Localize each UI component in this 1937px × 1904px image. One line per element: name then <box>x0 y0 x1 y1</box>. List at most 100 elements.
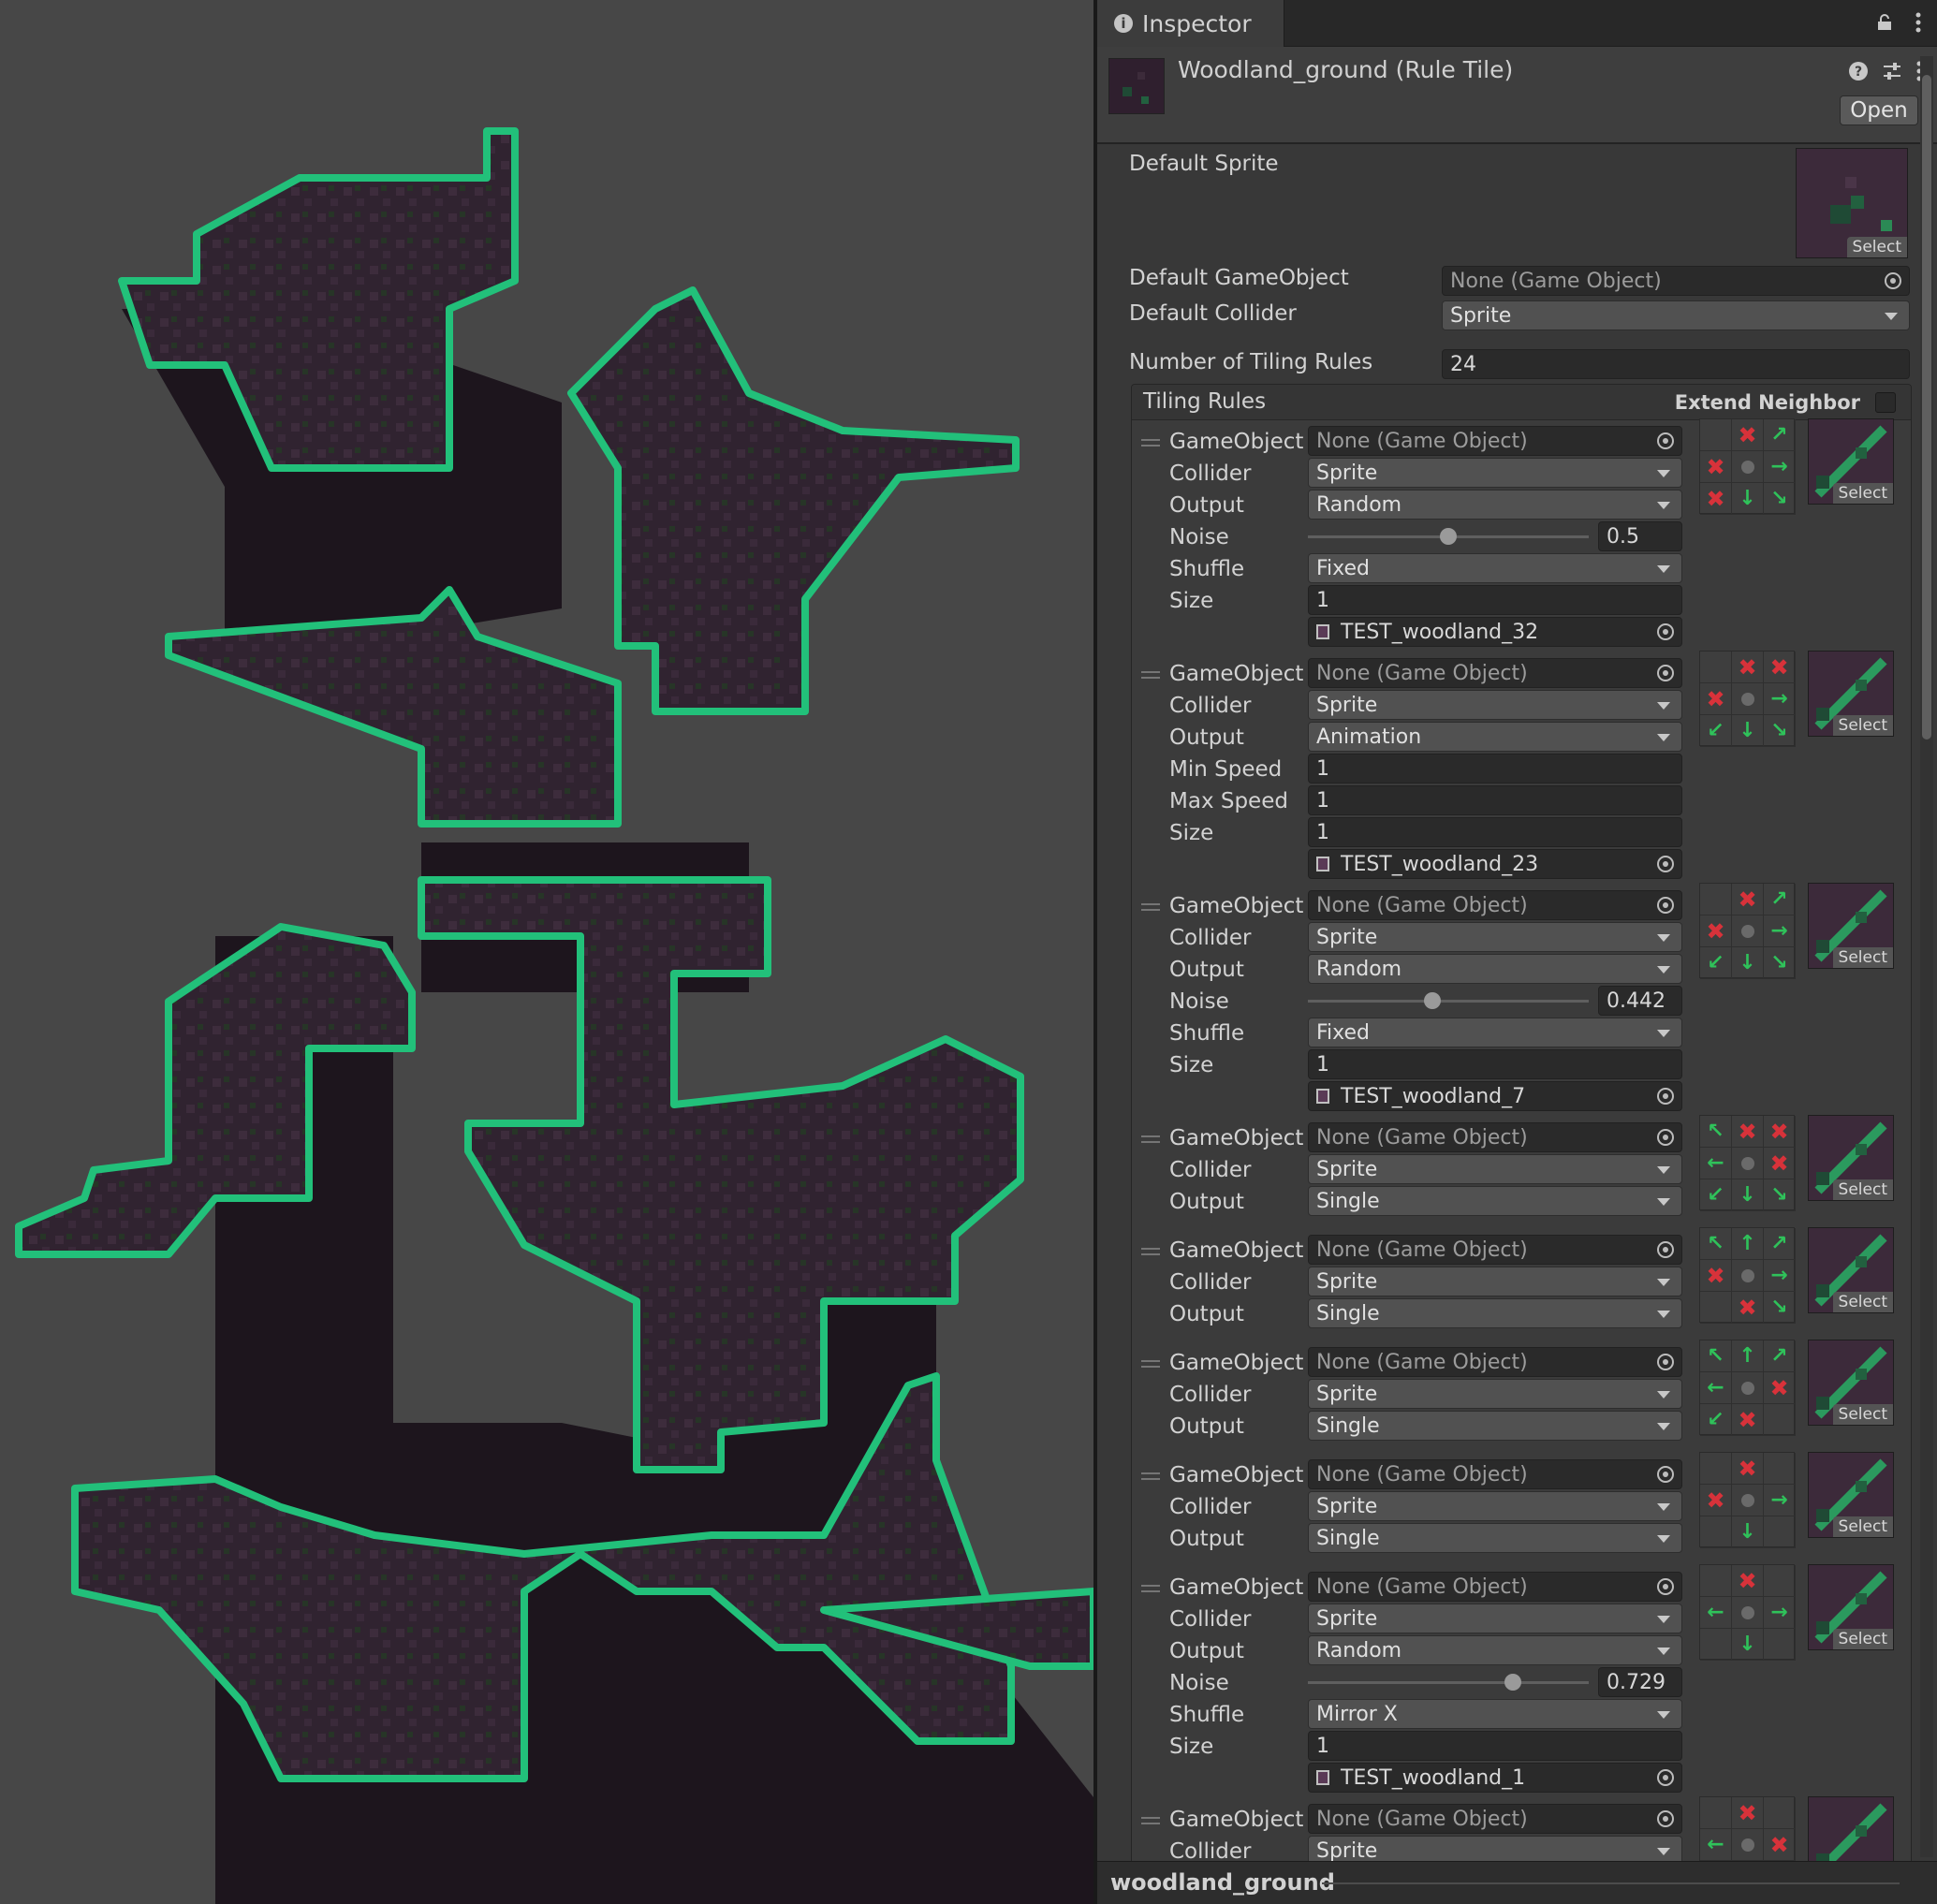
neighbor-cell[interactable] <box>1764 1516 1796 1548</box>
noise-value-field[interactable]: 0.5 <box>1598 521 1682 551</box>
neighbor-cell[interactable] <box>1700 884 1732 915</box>
size-field[interactable]: 1 <box>1308 817 1682 847</box>
neighbor-cell[interactable] <box>1764 1629 1796 1661</box>
neighbor-cell[interactable]: ✖ <box>1764 1148 1796 1179</box>
size-field[interactable]: 1 <box>1308 1049 1682 1079</box>
neighbor-cell[interactable] <box>1732 1148 1764 1179</box>
drag-handle-icon[interactable] <box>1141 903 1160 911</box>
neighbor-cell[interactable]: ✖ <box>1764 1116 1796 1148</box>
neighbor-cell[interactable] <box>1732 1485 1764 1516</box>
drag-handle-icon[interactable] <box>1141 1248 1160 1255</box>
neighbor-rule-grid[interactable]: ↖ ↑ ↗ ✖ → ✖ ↘ <box>1699 1227 1796 1324</box>
neighbor-cell[interactable]: ← <box>1700 1372 1732 1404</box>
neighbor-cell[interactable]: → <box>1764 915 1796 947</box>
neighbor-rule-grid[interactable]: ✖ ← → ↓ <box>1699 1564 1796 1661</box>
extend-neighbor-checkbox[interactable] <box>1875 392 1896 413</box>
neighbor-cell[interactable] <box>1732 1260 1764 1292</box>
object-picker-icon[interactable] <box>1657 856 1674 872</box>
neighbor-cell[interactable]: ↘ <box>1764 1179 1796 1211</box>
size-field[interactable]: 1 <box>1308 585 1682 615</box>
sprite-field[interactable]: TEST_woodland_7 <box>1308 1081 1682 1111</box>
object-picker-icon[interactable] <box>1657 1129 1674 1146</box>
neighbor-cell[interactable]: → <box>1764 451 1796 483</box>
neighbor-rule-grid[interactable]: ↖ ↑ ↗ ← ✖ ↙ ✖ <box>1699 1340 1796 1436</box>
neighbor-cell[interactable]: ↓ <box>1732 947 1764 979</box>
default-sprite-select-button[interactable]: Select <box>1846 237 1907 257</box>
neighbor-cell[interactable] <box>1764 1797 1796 1829</box>
neighbor-cell[interactable]: ↗ <box>1764 884 1796 915</box>
gameobject-field[interactable]: None (Game Object) <box>1308 1122 1682 1152</box>
neighbor-cell[interactable]: ↓ <box>1732 715 1764 747</box>
rule-sprite-select-button[interactable]: Select <box>1832 1516 1893 1537</box>
object-picker-icon[interactable] <box>1657 432 1674 449</box>
object-picker-icon[interactable] <box>1657 1810 1674 1827</box>
tab-inspector[interactable]: i Inspector <box>1097 0 1284 47</box>
neighbor-cell[interactable] <box>1700 1292 1732 1324</box>
object-picker-icon[interactable] <box>1657 665 1674 681</box>
neighbor-cell[interactable]: ↖ <box>1700 1340 1732 1372</box>
output-dropdown[interactable]: Random <box>1308 954 1682 984</box>
object-picker-icon[interactable] <box>1657 1578 1674 1595</box>
neighbor-cell[interactable]: ↖ <box>1700 1116 1732 1148</box>
gameobject-field[interactable]: None (Game Object) <box>1308 1459 1682 1489</box>
neighbor-cell[interactable] <box>1700 1565 1732 1597</box>
rule-sprite-select-button[interactable]: Select <box>1832 715 1893 736</box>
shuffle-dropdown[interactable]: Fixed <box>1308 553 1682 583</box>
help-icon[interactable]: ? <box>1847 60 1870 82</box>
neighbor-cell[interactable]: ✖ <box>1732 1797 1764 1829</box>
gameobject-field[interactable]: None (Game Object) <box>1308 1347 1682 1377</box>
neighbor-cell[interactable]: ✖ <box>1700 451 1732 483</box>
neighbor-cell[interactable] <box>1732 915 1764 947</box>
noise-slider-track[interactable] <box>1308 1681 1589 1684</box>
default-collider-dropdown[interactable]: Sprite <box>1442 300 1910 330</box>
neighbor-cell[interactable] <box>1732 1829 1764 1861</box>
neighbor-cell[interactable]: ✖ <box>1732 884 1764 915</box>
output-dropdown[interactable]: Single <box>1308 1186 1682 1216</box>
neighbor-cell[interactable]: ↙ <box>1700 947 1732 979</box>
rule-sprite-select-button[interactable]: Select <box>1832 1629 1893 1649</box>
rule-sprite-select-button[interactable]: Select <box>1832 1292 1893 1312</box>
drag-handle-icon[interactable] <box>1141 671 1160 679</box>
lock-icon[interactable] <box>1877 14 1892 31</box>
rule-sprite-preview[interactable]: Select <box>1808 651 1894 737</box>
drag-handle-icon[interactable] <box>1141 439 1160 447</box>
collider-dropdown[interactable]: Sprite <box>1308 1379 1682 1409</box>
neighbor-cell[interactable]: ✖ <box>1732 652 1764 683</box>
more-options-icon[interactable] <box>1915 11 1922 34</box>
collider-dropdown[interactable]: Sprite <box>1308 1491 1682 1521</box>
neighbor-cell[interactable]: ✖ <box>1700 683 1732 715</box>
neighbor-cell[interactable]: ↘ <box>1764 715 1796 747</box>
neighbor-cell[interactable] <box>1732 1372 1764 1404</box>
neighbor-cell[interactable]: ✖ <box>1732 1565 1764 1597</box>
collider-dropdown[interactable]: Sprite <box>1308 1154 1682 1184</box>
neighbor-cell[interactable]: ↗ <box>1764 419 1796 451</box>
drag-handle-icon[interactable] <box>1141 1135 1160 1143</box>
neighbor-cell[interactable]: ↓ <box>1732 483 1764 515</box>
sprite-field[interactable]: TEST_woodland_32 <box>1308 617 1682 647</box>
default-gameobject-field[interactable]: None (Game Object) <box>1442 266 1910 296</box>
drag-handle-icon[interactable] <box>1141 1472 1160 1480</box>
noise-slider-knob[interactable] <box>1504 1674 1521 1691</box>
rule-sprite-preview[interactable]: Select <box>1808 1452 1894 1538</box>
max-speed-field[interactable]: 1 <box>1308 785 1682 815</box>
neighbor-cell[interactable]: ✖ <box>1764 652 1796 683</box>
noise-slider-knob[interactable] <box>1423 992 1441 1009</box>
open-button[interactable]: Open <box>1840 95 1918 125</box>
collider-dropdown[interactable]: Sprite <box>1308 458 1682 488</box>
neighbor-cell[interactable]: ↘ <box>1764 483 1796 515</box>
rule-sprite-preview[interactable]: Select <box>1808 883 1894 969</box>
neighbor-cell[interactable]: → <box>1764 1260 1796 1292</box>
neighbor-cell[interactable]: ↗ <box>1764 1340 1796 1372</box>
collider-dropdown[interactable]: Sprite <box>1308 1604 1682 1633</box>
neighbor-cell[interactable] <box>1732 1597 1764 1629</box>
shuffle-dropdown[interactable]: Fixed <box>1308 1018 1682 1047</box>
object-picker-icon[interactable] <box>1657 623 1674 640</box>
neighbor-cell[interactable] <box>1700 1629 1732 1661</box>
gameobject-field[interactable]: None (Game Object) <box>1308 890 1682 920</box>
gameobject-field[interactable]: None (Game Object) <box>1308 1804 1682 1834</box>
neighbor-cell[interactable] <box>1764 1565 1796 1597</box>
collider-dropdown[interactable]: Sprite <box>1308 922 1682 952</box>
neighbor-cell[interactable] <box>1700 1797 1732 1829</box>
neighbor-cell[interactable] <box>1700 1516 1732 1548</box>
gameobject-field[interactable]: None (Game Object) <box>1308 658 1682 688</box>
